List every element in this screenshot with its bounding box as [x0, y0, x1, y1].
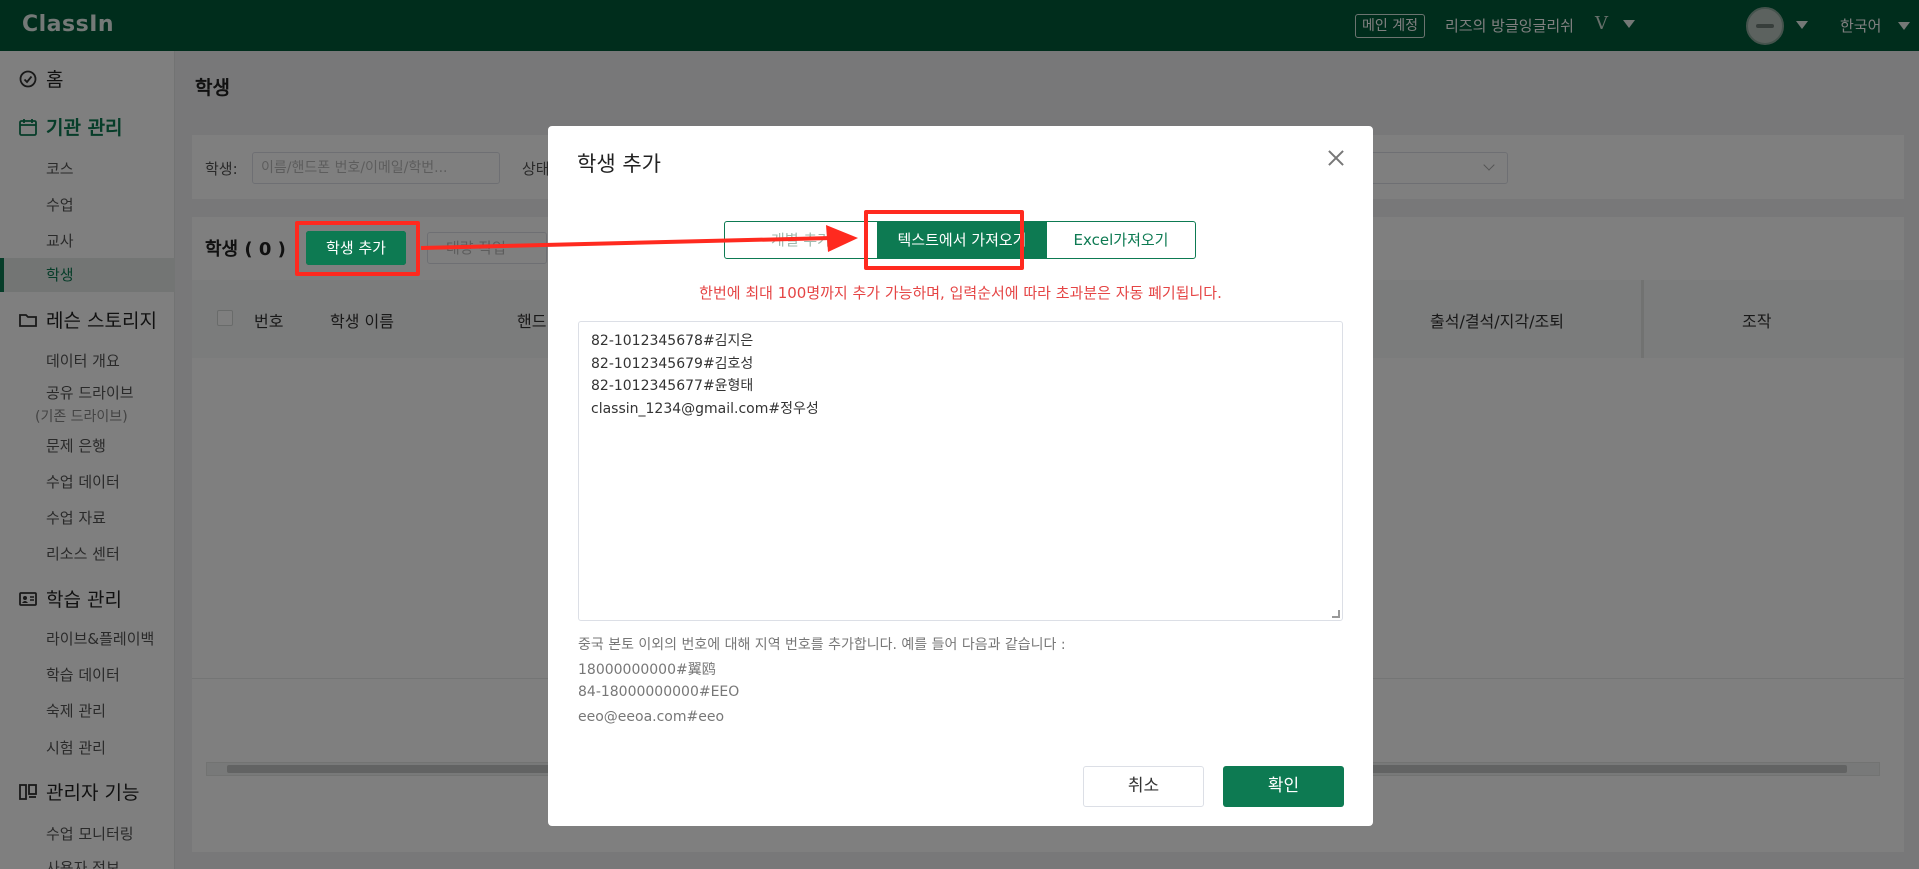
annotation-arrow	[420, 225, 858, 252]
